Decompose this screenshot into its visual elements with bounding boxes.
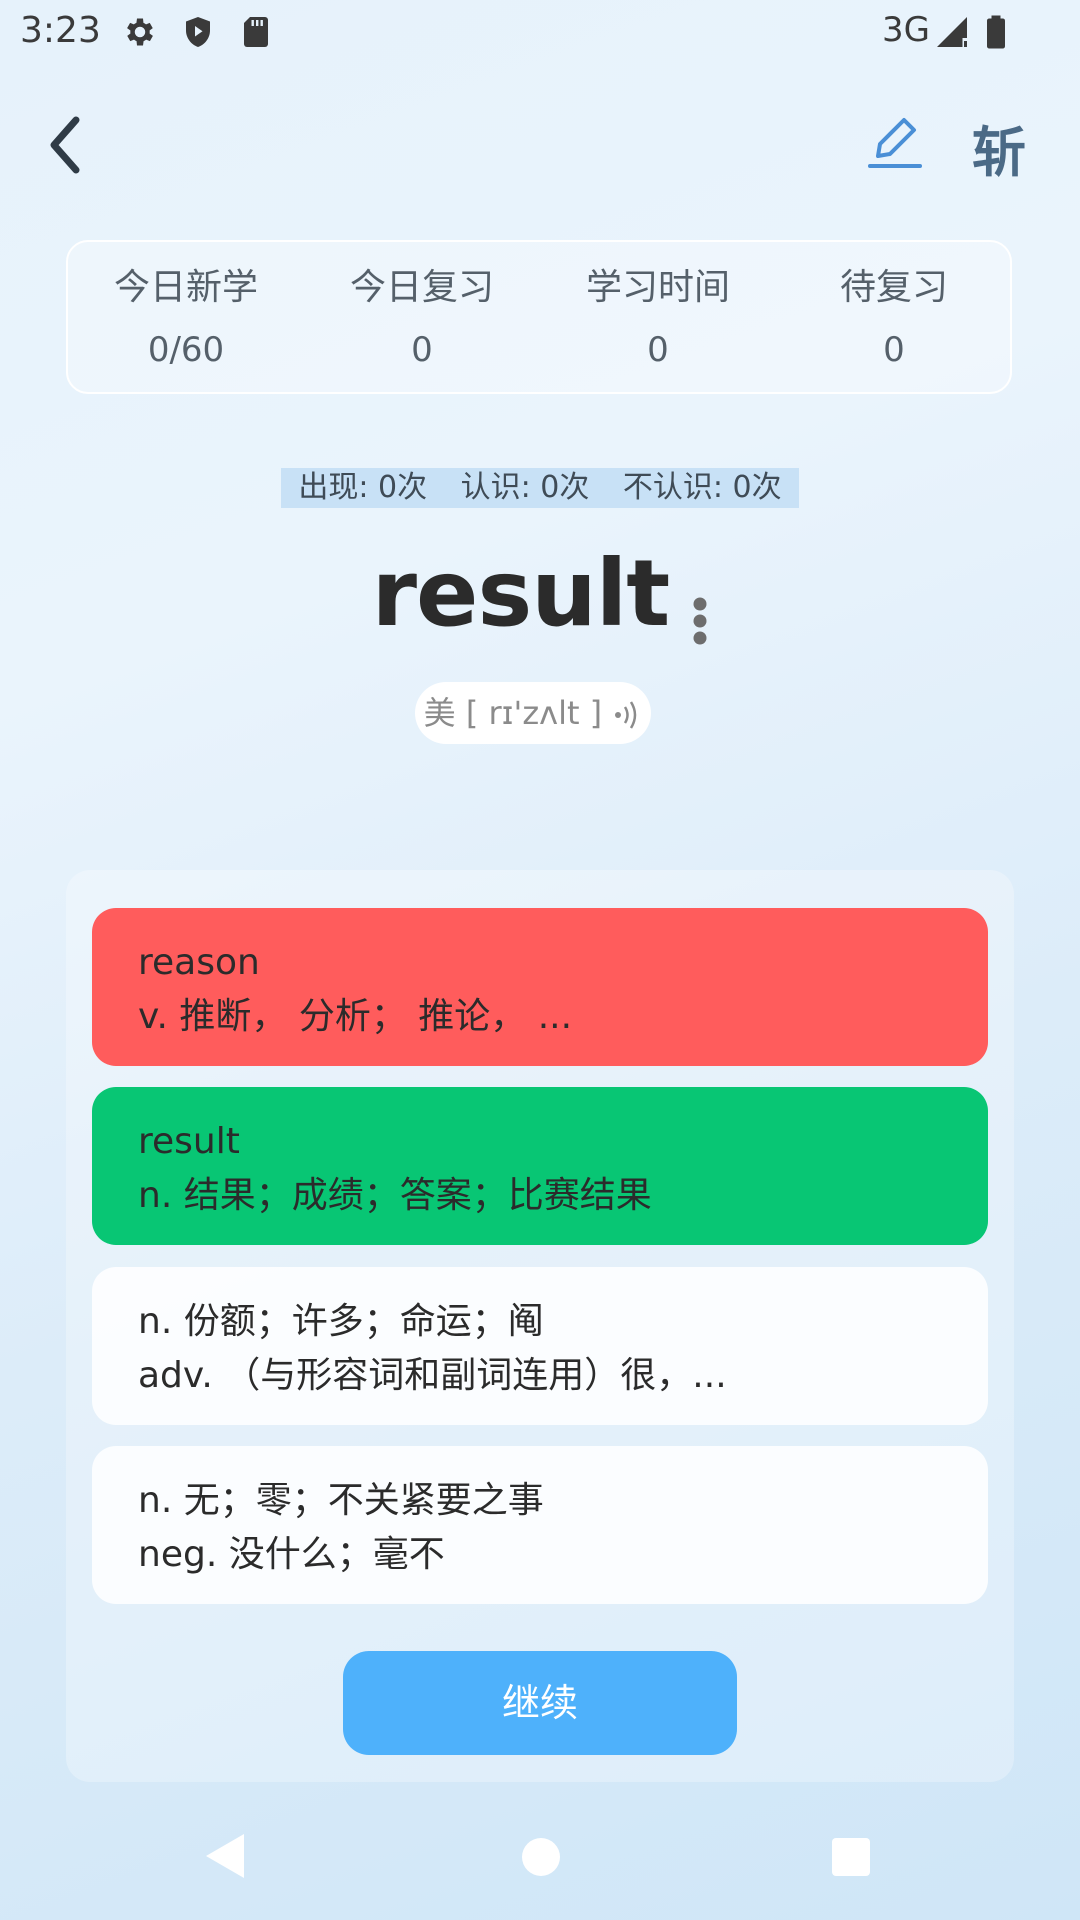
status-time: 3:23 xyxy=(20,10,101,51)
option-definition: adv. （与形容词和副词连用）很，... xyxy=(138,1355,727,1396)
word-title: result xyxy=(371,540,671,647)
known-count: 认识: 0次 xyxy=(460,470,590,505)
option-4[interactable]: n. 无；零；不关紧要之事 neg. 没什么；毫不 xyxy=(92,1446,988,1604)
gear-icon xyxy=(127,18,153,46)
stat-pending-review: 待复习 0 xyxy=(776,264,1012,370)
stat-study-time: 学习时间 0 xyxy=(540,264,776,370)
pronunciation-button[interactable]: 美 [ rɪ'zʌlt ] xyxy=(415,682,651,744)
unknown-count: 不认识: 0次 xyxy=(622,470,782,505)
status-bar: 3:23 3G xyxy=(0,0,1080,64)
zhan-button[interactable]: 斩 xyxy=(972,108,1026,187)
back-button[interactable] xyxy=(40,110,96,180)
stat-value: 0 xyxy=(411,330,433,370)
network-type: 3G xyxy=(882,10,930,50)
battery-icon xyxy=(987,15,1005,49)
option-word: reason xyxy=(138,942,260,983)
option-definition: v. 推断， 分析； 推论， ... xyxy=(138,996,573,1037)
option-3[interactable]: n. 份额；许多；命运；阄 adv. （与形容词和副词连用）很，... xyxy=(92,1267,988,1425)
sd-card-icon xyxy=(244,17,268,47)
option-definition: n. 份额；许多；命运；阄 xyxy=(138,1301,544,1342)
appear-count: 出现: 0次 xyxy=(298,470,428,505)
nav-recents-icon[interactable] xyxy=(832,1838,870,1876)
option-definition: n. 结果；成绩；答案；比赛结果 xyxy=(138,1175,652,1216)
stat-label: 今日新学 xyxy=(113,267,258,308)
option-word: result xyxy=(138,1121,240,1162)
continue-button[interactable]: 继续 xyxy=(343,1651,737,1755)
stat-new-today: 今日新学 0/60 xyxy=(68,264,304,370)
option-1-wrong[interactable]: reason v. 推断， 分析； 推论， ... xyxy=(92,908,988,1066)
stat-review-today: 今日复习 0 xyxy=(304,264,540,370)
stat-label: 待复习 xyxy=(839,267,948,308)
stat-label: 学习时间 xyxy=(585,267,730,308)
nav-home-icon[interactable] xyxy=(522,1838,560,1876)
option-definition: neg. 没什么；毫不 xyxy=(138,1534,445,1575)
stat-value: 0/60 xyxy=(147,330,225,370)
nav-back-icon[interactable] xyxy=(204,1832,246,1880)
stat-value: 0 xyxy=(883,330,905,370)
phonetic-text: 美 [ rɪ'zʌlt ] xyxy=(423,694,603,732)
more-vertical-icon[interactable] xyxy=(692,596,708,646)
stat-value: 0 xyxy=(647,330,669,370)
speaker-icon xyxy=(615,701,637,729)
option-2-correct[interactable]: result n. 结果；成绩；答案；比赛结果 xyxy=(92,1087,988,1245)
pencil-icon[interactable] xyxy=(866,112,922,172)
word-counters: 出现: 0次 认识: 0次 不认识: 0次 xyxy=(281,468,799,508)
signal-icon xyxy=(937,17,967,47)
stats-card: 今日新学 0/60 今日复习 0 学习时间 0 待复习 0 xyxy=(66,240,1012,394)
stat-label: 今日复习 xyxy=(349,267,494,308)
shield-icon xyxy=(186,17,210,47)
option-definition: n. 无；零；不关紧要之事 xyxy=(138,1480,544,1521)
word-area: result xyxy=(0,540,1080,647)
